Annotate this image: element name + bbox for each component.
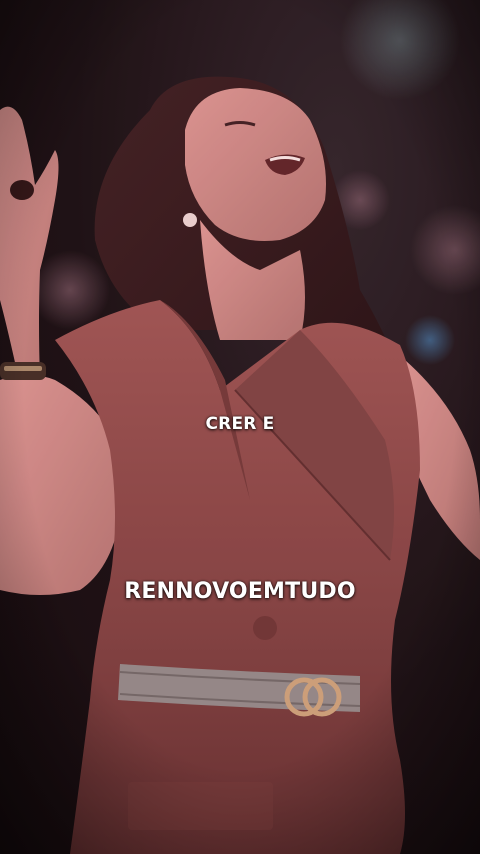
caption-line-1: CRER E	[205, 414, 275, 434]
caption-line-2: RENNOVOEMTUDO	[124, 579, 356, 604]
video-frame: CRER E RENNOVOEMTUDO	[0, 0, 480, 854]
